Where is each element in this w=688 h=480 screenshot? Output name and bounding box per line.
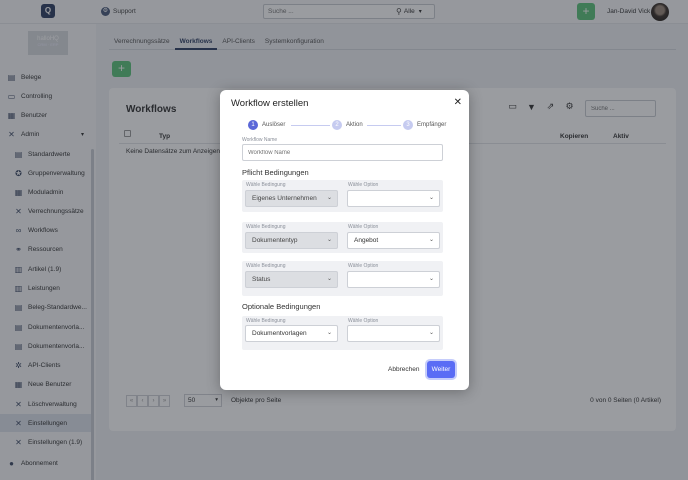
chevron-down-icon: ⌄ <box>326 276 332 282</box>
option-select[interactable]: Angebot ⌄ <box>347 232 440 249</box>
step-number: 1 <box>248 120 258 130</box>
condition-value: Dokumentvorlagen <box>252 330 307 337</box>
step-number: 3 <box>403 120 413 130</box>
chevron-down-icon: ⌄ <box>428 195 434 201</box>
workflow-name-input[interactable] <box>242 144 443 161</box>
cancel-button[interactable]: Abbrechen <box>388 366 419 373</box>
condition-value: Status <box>252 276 271 283</box>
condition-select[interactable]: Dokumententyp ⌄ <box>245 232 338 249</box>
option-select[interactable]: ⌄ <box>347 325 440 342</box>
condition-row: Wähle Bedingung Wähle Option Eigenes Unt… <box>242 180 443 212</box>
chevron-down-icon: ⌄ <box>326 330 332 336</box>
optional-section-title: Optionale Bedingungen <box>242 302 321 311</box>
step-trigger[interactable]: 1 Auslöser <box>248 120 285 130</box>
chevron-down-icon: ⌄ <box>428 330 434 336</box>
option-select[interactable]: ⌄ <box>347 271 440 288</box>
chevron-down-icon: ⌄ <box>428 237 434 243</box>
step-label: Empfänger <box>417 122 447 128</box>
workflow-create-dialog: Workflow erstellen ✕ 1 Auslöser 2 Aktion… <box>220 90 469 390</box>
condition-row: Wähle Bedingung Wähle Option Dokumentent… <box>242 222 443 253</box>
option-value: Angebot <box>354 237 379 244</box>
required-section-title: Pflicht Bedingungen <box>242 168 309 177</box>
condition-select[interactable]: Eigenes Unternehmen ⌄ <box>245 190 338 207</box>
condition-value: Eigenes Unternehmen <box>252 195 317 202</box>
workflow-name-label: Workflow Name <box>242 137 278 143</box>
condition-label: Wähle Bedingung <box>246 182 286 188</box>
step-action[interactable]: 2 Aktion <box>332 120 363 130</box>
option-label: Wähle Option <box>348 224 379 230</box>
stepper: 1 Auslöser 2 Aktion 3 Empfänger <box>248 120 458 132</box>
step-label: Aktion <box>346 122 363 128</box>
condition-label: Wähle Bedingung <box>246 263 286 269</box>
optional-condition-row: Wähle Bedingung Wähle Option Dokumentvor… <box>242 316 443 350</box>
step-number: 2 <box>332 120 342 130</box>
condition-select[interactable]: Status ⌄ <box>245 271 338 288</box>
condition-label: Wähle Bedingung <box>246 318 286 324</box>
option-label: Wähle Option <box>348 263 379 269</box>
close-icon[interactable]: ✕ <box>454 97 462 108</box>
step-recipient[interactable]: 3 Empfänger <box>403 120 446 130</box>
chevron-down-icon: ⌄ <box>326 237 332 243</box>
option-label: Wähle Option <box>348 182 379 188</box>
chevron-down-icon: ⌄ <box>428 276 434 282</box>
condition-value: Dokumententyp <box>252 237 298 244</box>
condition-row: Wähle Bedingung Wähle Option Status ⌄ ⌄ <box>242 261 443 296</box>
option-select[interactable]: ⌄ <box>347 190 440 207</box>
next-button[interactable]: Weiter <box>427 361 455 378</box>
step-connector <box>291 125 330 126</box>
dialog-title: Workflow erstellen <box>231 98 309 109</box>
step-connector <box>367 125 401 126</box>
option-label: Wähle Option <box>348 318 379 324</box>
chevron-down-icon: ⌄ <box>326 195 332 201</box>
condition-label: Wähle Bedingung <box>246 224 286 230</box>
condition-select[interactable]: Dokumentvorlagen ⌄ <box>245 325 338 342</box>
step-label: Auslöser <box>262 122 286 128</box>
